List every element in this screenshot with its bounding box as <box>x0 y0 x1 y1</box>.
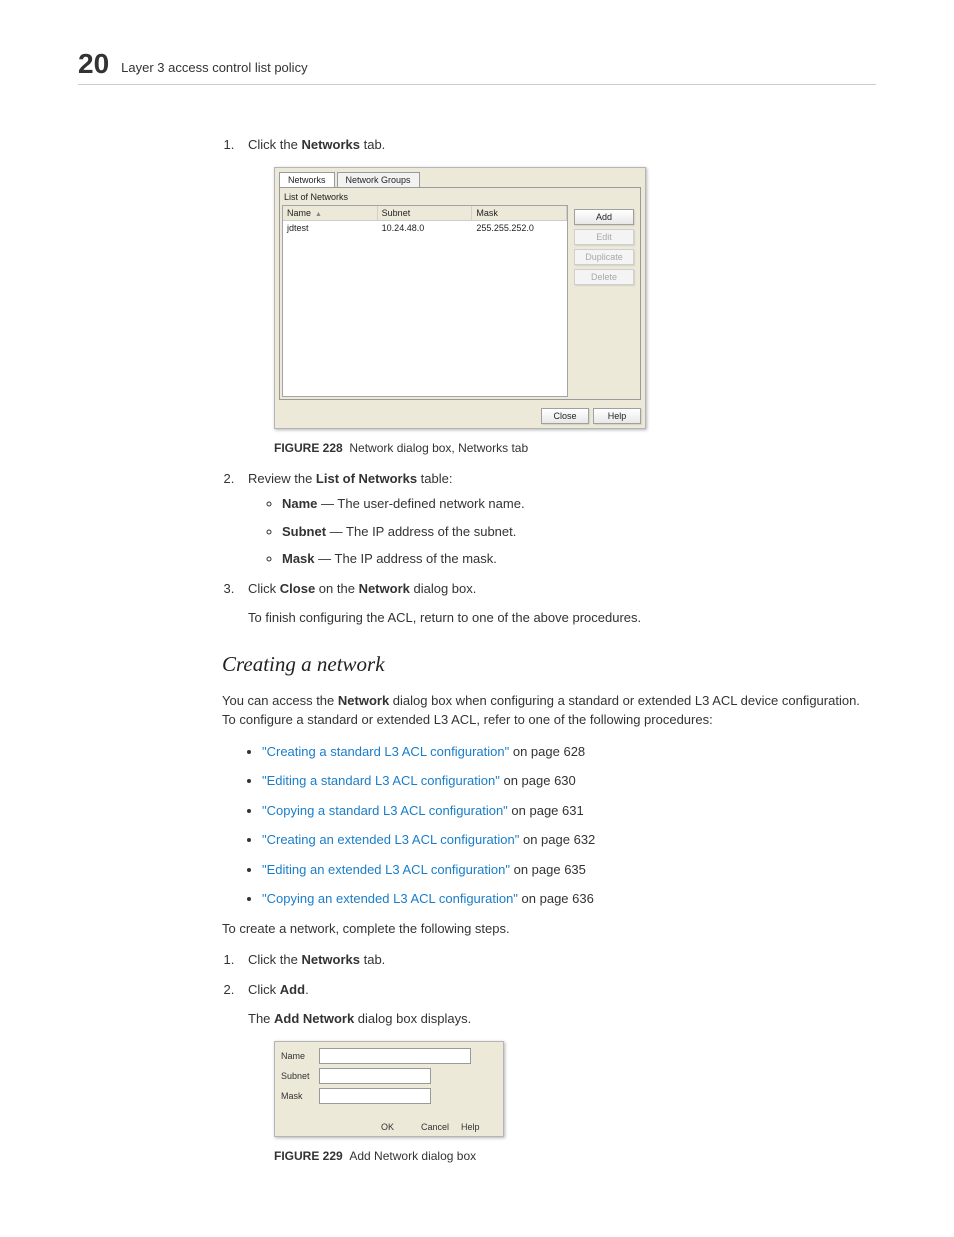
step-2: Review the List of Networks table: Name … <box>238 469 876 569</box>
subnet-input[interactable] <box>319 1068 431 1084</box>
label-name: Name <box>281 1051 319 1061</box>
link[interactable]: "Editing an extended L3 ACL configuratio… <box>262 862 510 877</box>
link[interactable]: "Creating a standard L3 ACL configuratio… <box>262 744 509 759</box>
panel-title: List of Networks <box>282 190 638 205</box>
create-step-1: Click the Networks tab. <box>238 950 876 970</box>
link[interactable]: "Editing a standard L3 ACL configuration… <box>262 773 500 788</box>
link-create-std: "Creating a standard L3 ACL configuratio… <box>262 742 876 762</box>
link-edit-std: "Editing a standard L3 ACL configuration… <box>262 771 876 791</box>
link[interactable]: "Copying a standard L3 ACL configuration… <box>262 803 508 818</box>
sort-asc-icon: ▲ <box>315 211 322 218</box>
section-heading-creating-network: Creating a network <box>222 652 876 677</box>
create-network-steps-intro: To create a network, complete the follow… <box>222 919 876 939</box>
table-row[interactable]: jdtest 10.24.48.0 255.255.252.0 <box>283 221 567 235</box>
step-3-post: To finish configuring the ACL, return to… <box>248 608 876 628</box>
tab-network-groups[interactable]: Network Groups <box>337 172 420 187</box>
col-mask[interactable]: Mask <box>472 206 567 220</box>
add-button[interactable]: Add <box>574 209 634 225</box>
label-mask: Mask <box>281 1091 319 1101</box>
link[interactable]: "Creating an extended L3 ACL configurati… <box>262 832 519 847</box>
figure-229: Name Subnet Mask OK Cancel Help <box>274 1041 876 1137</box>
link-create-ext: "Creating an extended L3 ACL configurati… <box>262 830 876 850</box>
link-copy-std: "Copying a standard L3 ACL configuration… <box>262 801 876 821</box>
tab-networks[interactable]: Networks <box>279 172 335 187</box>
name-input[interactable] <box>319 1048 471 1064</box>
add-network-dialog: Name Subnet Mask OK Cancel Help <box>274 1041 504 1137</box>
chapter-title: Layer 3 access control list policy <box>121 60 307 75</box>
help-button[interactable]: Help <box>593 408 641 424</box>
networks-table: Name▲ Subnet Mask jdtest 10.24.48.0 255.… <box>282 205 568 397</box>
creating-network-intro: You can access the Network dialog box wh… <box>222 691 876 730</box>
bullet-mask: Mask — The IP address of the mask. <box>282 549 876 569</box>
ok-button[interactable]: OK <box>381 1122 417 1132</box>
bullet-name: Name — The user-defined network name. <box>282 494 876 514</box>
link-copy-ext: "Copying an extended L3 ACL configuratio… <box>262 889 876 909</box>
step-1: Click the Networks tab. <box>238 135 876 155</box>
figure-228: Networks Network Groups List of Networks… <box>274 167 876 429</box>
figure-228-caption: FIGURE 228 Network dialog box, Networks … <box>274 441 876 455</box>
label-subnet: Subnet <box>281 1071 319 1081</box>
edit-button[interactable]: Edit <box>574 229 634 245</box>
cancel-button[interactable]: Cancel <box>421 1122 457 1132</box>
chapter-number: 20 <box>78 50 109 78</box>
figure-229-caption: FIGURE 229 Add Network dialog box <box>274 1149 876 1163</box>
link[interactable]: "Copying an extended L3 ACL configuratio… <box>262 891 518 906</box>
page-header: 20 Layer 3 access control list policy <box>78 50 876 85</box>
close-button[interactable]: Close <box>541 408 589 424</box>
duplicate-button[interactable]: Duplicate <box>574 249 634 265</box>
delete-button[interactable]: Delete <box>574 269 634 285</box>
step-3: Click Close on the Network dialog box. T… <box>238 579 876 628</box>
mask-input[interactable] <box>319 1088 431 1104</box>
create-step-2: Click Add. The Add Network dialog box di… <box>238 980 876 1029</box>
col-name[interactable]: Name▲ <box>283 206 378 220</box>
col-subnet[interactable]: Subnet <box>378 206 473 220</box>
link-edit-ext: "Editing an extended L3 ACL configuratio… <box>262 860 876 880</box>
network-dialog: Networks Network Groups List of Networks… <box>274 167 646 429</box>
help-button[interactable]: Help <box>461 1122 497 1132</box>
bullet-subnet: Subnet — The IP address of the subnet. <box>282 522 876 542</box>
